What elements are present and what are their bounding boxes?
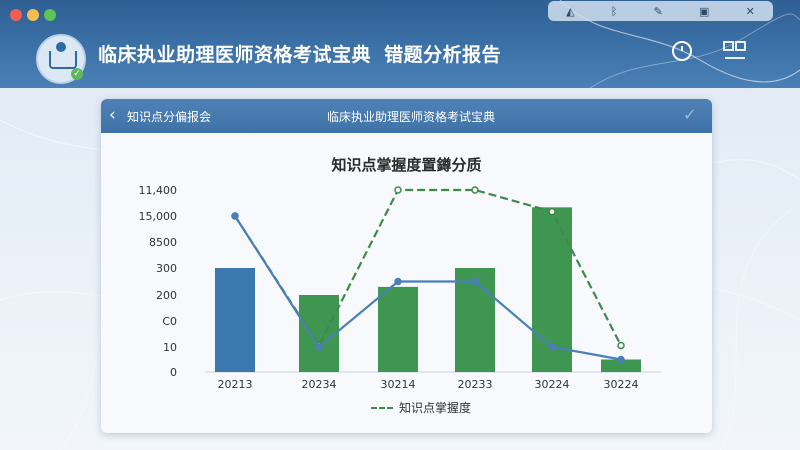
- series-point: [471, 277, 479, 286]
- x-tick-label: 20213: [218, 378, 253, 391]
- app-title: 临床执业助理医师资格考试宝典 错题分析报告: [98, 40, 501, 67]
- x-tick-label: 20234: [302, 378, 337, 391]
- mastery-chart: 0 10 C0 200 300 8500 15,000 11,400 20213 20234 302…: [139, 184, 661, 391]
- y-tick-label: 300: [156, 262, 177, 275]
- series-point: [394, 277, 402, 286]
- app-title-sub: 错题分析报告: [384, 44, 502, 66]
- profile-card-icon[interactable]: [722, 38, 748, 64]
- system-tray: ◭ ᛒ ✎ ▣ ✕: [548, 1, 773, 21]
- series-point: [471, 186, 479, 194]
- y-tick-label: 10: [163, 341, 177, 354]
- clock-icon[interactable]: [669, 38, 695, 64]
- chart-legend: 知识点掌握度: [371, 399, 471, 416]
- window-close-button[interactable]: [10, 9, 22, 21]
- app-titlebar: ◭ ᛒ ✎ ▣ ✕ ✓ 临床执业助理医师资格考试宝典 错题分析报告: [0, 0, 800, 88]
- x-tick-label: 30214: [381, 378, 416, 391]
- pen-icon[interactable]: ✎: [654, 5, 663, 18]
- close-icon[interactable]: ✕: [746, 5, 755, 18]
- x-tick-label: 30224: [535, 378, 570, 391]
- report-card: ‹ 知识点分偏报会 临床执业助理医师资格考试宝典 ✓ 知识点掌握度置鐏分质 01…: [101, 99, 712, 433]
- series-point: [617, 341, 625, 350]
- bar: [299, 295, 339, 372]
- y-tick-label: 8500: [149, 236, 177, 249]
- app-logo: ✓: [36, 34, 86, 84]
- y-tick-label: 11,400: [139, 184, 178, 197]
- x-tick-label: 20233: [458, 378, 493, 391]
- series-point: [231, 212, 239, 220]
- book-icon: [49, 51, 77, 69]
- series-point: [548, 207, 556, 216]
- series-point: [548, 343, 556, 351]
- y-tick-label: 200: [156, 289, 177, 302]
- window-maximize-button[interactable]: [44, 9, 56, 21]
- window-minimize-button[interactable]: [27, 9, 39, 21]
- bar: [215, 268, 255, 372]
- wifi-icon[interactable]: ◭: [566, 5, 574, 18]
- y-tick-label: C0: [162, 315, 177, 328]
- legend-label: 知识点掌握度: [399, 401, 472, 415]
- series-point: [394, 186, 402, 194]
- clipboard-icon[interactable]: ▣: [699, 5, 709, 18]
- x-tick-label: 30224: [604, 378, 639, 391]
- y-tick-label: 15,000: [139, 210, 178, 223]
- check-icon: ✓: [71, 68, 83, 80]
- legend-swatch-dashed: [371, 406, 393, 409]
- series-point: [617, 355, 625, 364]
- y-tick-label: 0: [170, 366, 177, 379]
- bar: [378, 286, 418, 372]
- app-title-main: 临床执业助理医师资格考试宝典: [98, 44, 372, 66]
- series-point: [315, 343, 323, 351]
- bluetooth-icon[interactable]: ᛒ: [611, 5, 618, 18]
